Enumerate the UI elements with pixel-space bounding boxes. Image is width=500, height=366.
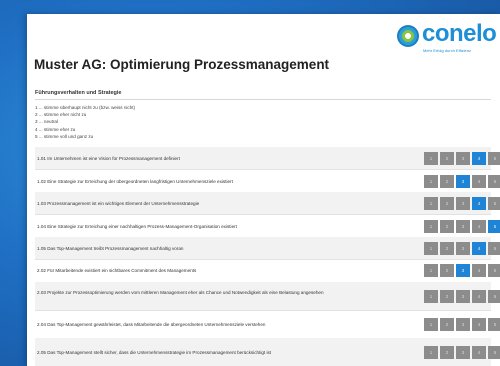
question-text: 2.03 Projekte zur Prozessoptimierung wer… xyxy=(37,290,324,295)
rating-buttons: 12345 xyxy=(424,196,500,210)
rating-button-2[interactable]: 2 xyxy=(440,196,454,210)
rating-button-1[interactable]: 1 xyxy=(424,174,438,188)
question-text: 2.02 Für Mitarbeitende existiert ein sic… xyxy=(37,268,197,273)
rating-button-2[interactable]: 2 xyxy=(440,317,454,331)
rating-buttons: 12345 xyxy=(424,264,500,277)
question-row: 1.01 Im Unternehmen ist eine Vision für … xyxy=(35,147,500,170)
question-text: 1.05 Das Top-Management treibt Prozessma… xyxy=(37,245,184,251)
rating-button-3[interactable]: 3 xyxy=(456,345,470,359)
question-row: 1.03 Prozessmanagement ist ein wichtiges… xyxy=(35,192,500,215)
rating-button-2[interactable]: 2 xyxy=(440,264,454,277)
rating-button-5[interactable]: 5 xyxy=(488,289,500,303)
rating-button-5[interactable]: 5 xyxy=(488,241,500,255)
rating-button-5[interactable]: 5 xyxy=(488,317,500,331)
scale-item: 3 ... neutral xyxy=(35,119,58,125)
rating-button-4[interactable]: 4 xyxy=(472,196,486,210)
rating-button-3[interactable]: 3 xyxy=(456,174,470,188)
rating-button-4[interactable]: 4 xyxy=(472,219,486,233)
rating-button-2[interactable]: 2 xyxy=(440,345,454,359)
rating-button-5[interactable]: 5 xyxy=(488,219,500,233)
rating-button-1[interactable]: 1 xyxy=(424,317,438,331)
rating-buttons: 12345 xyxy=(424,289,500,303)
rating-buttons: 12345 xyxy=(424,219,500,233)
question-text: 2.04 Das Top-Management gewährleistet, d… xyxy=(37,321,266,327)
page-title: Muster AG: Optimierung Prozessmanagement xyxy=(34,57,330,72)
rating-button-2[interactable]: 2 xyxy=(440,219,454,233)
scale-item: 2 ... stimme eher nicht zu xyxy=(35,112,87,118)
rating-button-3[interactable]: 3 xyxy=(456,219,470,233)
question-row: 2.02 Für Mitarbeitende existiert ein sic… xyxy=(35,259,500,283)
question-text: 2.05 Das Top-Management stellt sicher, d… xyxy=(37,349,272,355)
rating-button-3[interactable]: 3 xyxy=(456,151,470,165)
rating-button-4[interactable]: 4 xyxy=(472,151,486,165)
rating-button-4[interactable]: 4 xyxy=(472,174,486,188)
rating-button-3[interactable]: 3 xyxy=(456,241,470,255)
logo-mark-icon xyxy=(397,25,419,47)
question-row: 1.05 Das Top-Management treibt Prozessma… xyxy=(35,237,500,260)
question-row: 1.02 Eine Strategie zur Erreichung der ü… xyxy=(35,170,500,193)
logo-name: conelo xyxy=(422,20,497,47)
rating-buttons: 12345 xyxy=(424,241,500,255)
rating-button-2[interactable]: 2 xyxy=(440,174,454,188)
scale-item: 4 ... stimme eher zu xyxy=(35,126,76,132)
rating-buttons: 12345 xyxy=(424,151,500,165)
rating-scale-legend: 1 ... stimme überhaupt nicht zu (bzw. we… xyxy=(35,104,135,140)
rating-button-1[interactable]: 1 xyxy=(424,151,438,165)
rating-button-4[interactable]: 4 xyxy=(472,264,486,277)
question-text: 1.04 Eine Strategie zur Erreichung einer… xyxy=(37,223,237,229)
rating-button-3[interactable]: 3 xyxy=(456,196,470,210)
question-row: 2.03 Projekte zur Prozessoptimierung wer… xyxy=(35,282,500,311)
question-text: 1.02 Eine Strategie zur Erreichung der ü… xyxy=(37,178,233,184)
conelo-logo: conelo Mehr Erfolg durch Effizienz xyxy=(397,20,497,59)
logo-tagline: Mehr Erfolg durch Effizienz xyxy=(423,48,471,53)
rating-button-1[interactable]: 1 xyxy=(424,289,438,303)
rating-button-4[interactable]: 4 xyxy=(472,241,486,255)
rating-button-5[interactable]: 5 xyxy=(488,264,500,277)
rating-buttons: 12345 xyxy=(424,345,500,359)
rating-button-1[interactable]: 1 xyxy=(424,196,438,210)
question-text: 1.03 Prozessmanagement ist ein wichtiges… xyxy=(37,200,200,206)
question-row: 1.04 Eine Strategie zur Erreichung einer… xyxy=(35,215,500,238)
rating-button-2[interactable]: 2 xyxy=(440,289,454,303)
rating-button-5[interactable]: 5 xyxy=(488,196,500,210)
rating-buttons: 12345 xyxy=(424,317,500,331)
section-heading: Führungsverhalten und Strategie xyxy=(35,90,122,96)
rating-button-5[interactable]: 5 xyxy=(488,345,500,359)
rating-button-4[interactable]: 4 xyxy=(472,289,486,303)
rating-button-4[interactable]: 4 xyxy=(472,317,486,331)
rating-button-1[interactable]: 1 xyxy=(424,264,438,277)
rating-button-5[interactable]: 5 xyxy=(488,151,500,165)
rating-button-1[interactable]: 1 xyxy=(424,219,438,233)
rating-button-2[interactable]: 2 xyxy=(440,241,454,255)
question-row: 2.04 Das Top-Management gewährleistet, d… xyxy=(35,310,500,339)
rating-button-4[interactable]: 4 xyxy=(472,345,486,359)
rating-button-5[interactable]: 5 xyxy=(488,174,500,188)
rating-button-3[interactable]: 3 xyxy=(456,289,470,303)
question-text: 1.01 Im Unternehmen ist eine Vision für … xyxy=(37,155,180,161)
rating-button-3[interactable]: 3 xyxy=(456,264,470,277)
rating-button-1[interactable]: 1 xyxy=(424,241,438,255)
rating-button-2[interactable]: 2 xyxy=(440,151,454,165)
rating-buttons: 12345 xyxy=(424,174,500,188)
section-divider xyxy=(35,99,491,100)
scale-item: 5 ... stimme voll und ganz zu xyxy=(35,133,94,139)
survey-page: conelo Mehr Erfolg durch Effizienz Muste… xyxy=(27,14,500,366)
question-row: 2.05 Das Top-Management stellt sicher, d… xyxy=(35,338,500,366)
rating-button-1[interactable]: 1 xyxy=(424,345,438,359)
rating-button-3[interactable]: 3 xyxy=(456,317,470,331)
scale-item: 1 ... stimme überhaupt nicht zu (bzw. we… xyxy=(35,105,136,110)
